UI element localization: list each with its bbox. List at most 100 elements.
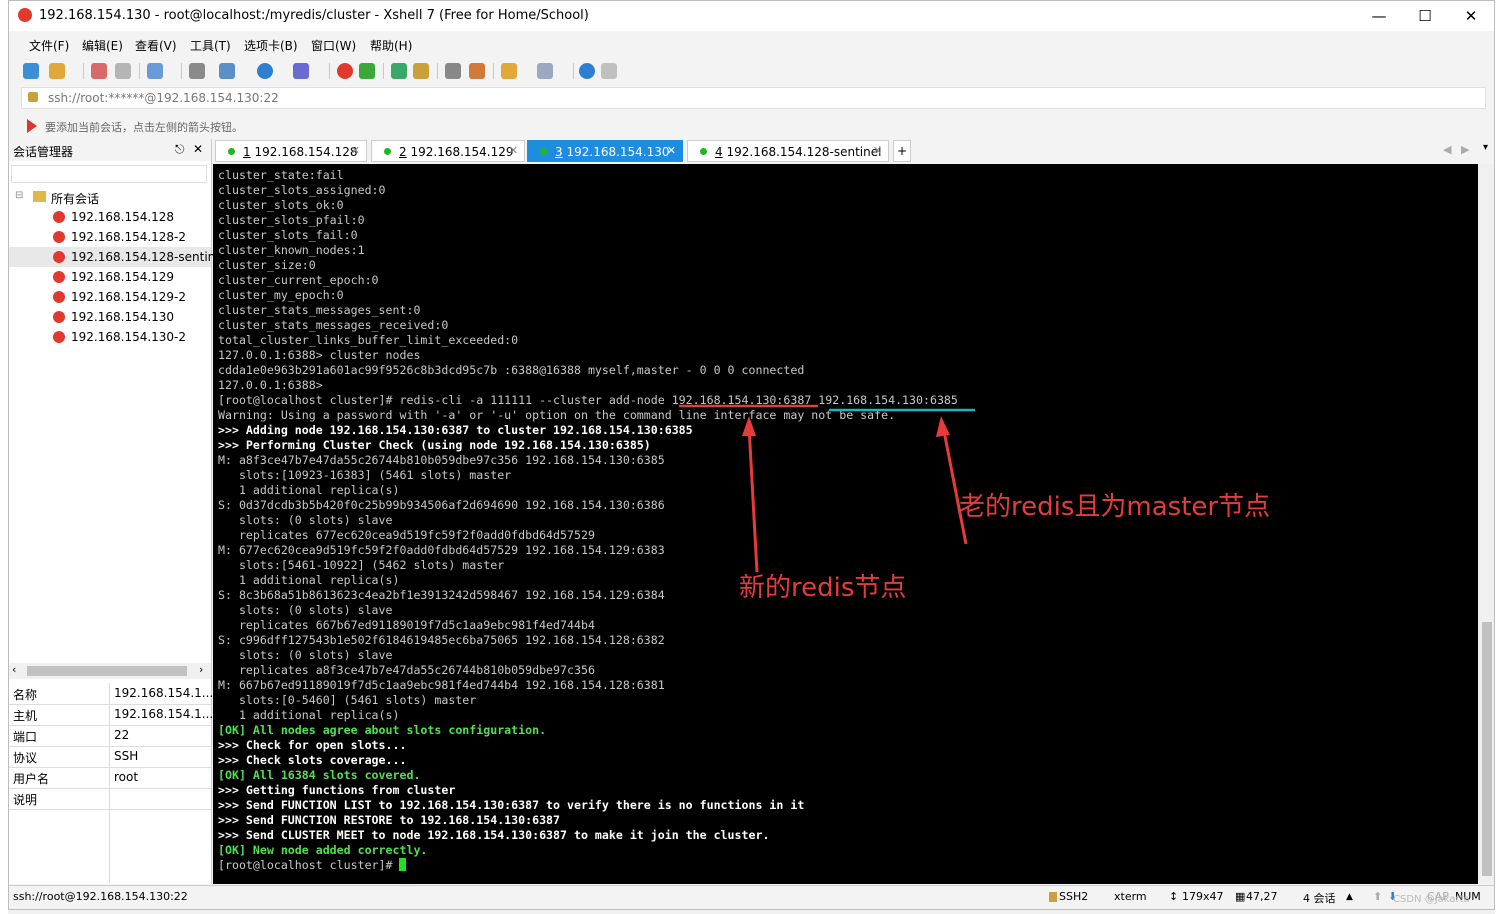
minimize-button[interactable]: — [1356, 1, 1402, 31]
pin-icon[interactable]: ⎋ [175, 142, 185, 157]
terminal-line: >>> Performing Cluster Check (using node… [218, 438, 651, 452]
tree-root[interactable]: ⊟ 所有会话 [9, 187, 211, 207]
menu-edit[interactable]: 编辑(E) [82, 37, 123, 54]
toolbar-separator [383, 63, 384, 79]
scroll-thumb[interactable] [27, 666, 187, 676]
menu-tabs[interactable]: 选项卡(B) [244, 37, 298, 54]
tab-label: 3 192.168.154.130 [555, 145, 670, 159]
menu-help[interactable]: 帮助(H) [370, 37, 412, 54]
terminal-line: replicates 677ec620cea9d519fc59f2f0add0f… [218, 528, 595, 542]
toolbar-separator [83, 63, 84, 79]
background-left [0, 0, 8, 914]
prop-row: 用户名 root [9, 767, 211, 789]
maximize-button[interactable]: ☐ [1402, 1, 1448, 31]
terminal-line: cluster_size:0 [218, 258, 316, 272]
xshell-logo-icon [18, 8, 32, 22]
tab-title: 192.168.154.129 [410, 145, 514, 159]
terminal-line: Warning: Using a password with '-a' or '… [218, 408, 896, 422]
scroll-right-icon[interactable]: › [199, 663, 203, 676]
xftp-icon[interactable] [359, 63, 375, 79]
transfer-icon[interactable] [147, 63, 163, 79]
address-bar[interactable]: ssh://root:******@192.168.154.130:22 [21, 87, 1486, 109]
menu-window[interactable]: 窗口(W) [311, 37, 356, 54]
address-text: ssh://root:******@192.168.154.130:22 [48, 91, 279, 105]
fullscreen-icon[interactable] [391, 63, 407, 79]
tab-close-icon[interactable]: ✕ [667, 144, 676, 157]
keyboard-icon[interactable] [445, 63, 461, 79]
chat-icon[interactable] [601, 63, 617, 79]
menu-file[interactable]: 文件(F) [29, 37, 69, 54]
highlight-icon[interactable] [469, 63, 485, 79]
menu-view[interactable]: 查看(V) [135, 37, 177, 54]
tab-close-icon[interactable]: ✕ [509, 144, 518, 157]
session-manager: 会话管理器 ⎋ ✕ ⊟ 所有会话 192.168.154.128 192.168… [9, 139, 226, 884]
lock-icon[interactable] [413, 63, 429, 79]
tab-session-4[interactable]: 4 192.168.154.128-sentinel ✕ [687, 140, 889, 162]
globe-icon[interactable] [257, 63, 273, 79]
terminal-line: cluster_slots_ok:0 [218, 198, 344, 212]
tab-close-icon[interactable]: ✕ [873, 144, 882, 157]
scroll-thumb[interactable] [1482, 622, 1492, 876]
status-sessions[interactable]: 4 会话 [1303, 890, 1336, 906]
menu-tools[interactable]: 工具(T) [190, 37, 231, 54]
terminal-line: cluster_slots_fail:0 [218, 228, 358, 242]
session-item[interactable]: 192.168.154.128-sentinel [9, 247, 226, 267]
close-icon[interactable]: ✕ [193, 142, 203, 156]
size-icon: ↕ [1169, 890, 1179, 903]
session-label: 192.168.154.130-2 [71, 330, 187, 344]
collapse-icon[interactable]: ⊟ [15, 190, 23, 201]
tab-menu-icon[interactable]: ▾ [1483, 142, 1488, 153]
disconnect-icon[interactable] [91, 63, 107, 79]
script-icon[interactable] [501, 63, 517, 79]
tab-scroll-right-icon[interactable]: ▶ [1461, 143, 1469, 156]
new-session-icon[interactable] [23, 63, 39, 79]
sessions-up-icon[interactable]: ▲ [1346, 892, 1353, 902]
session-item[interactable]: 192.168.154.130 [9, 307, 211, 327]
open-folder-icon[interactable] [49, 63, 65, 79]
prop-key: 用户名 [13, 772, 50, 786]
terminal-line: [root@localhost cluster]# [218, 858, 407, 873]
terminal-line: replicates a8f3ce47b7e47da55c26744b810b0… [218, 663, 595, 677]
scroll-left-icon[interactable]: ‹ [12, 663, 16, 676]
toolbar [9, 58, 1494, 84]
terminal-line: slots:[0-5460] (5461 slots) master [218, 693, 477, 707]
tab-session-1[interactable]: 1 192.168.154.128 ✕ [215, 140, 367, 162]
tile-icon[interactable] [537, 63, 553, 79]
xshell-icon[interactable] [337, 63, 353, 79]
session-item[interactable]: 192.168.154.128-2 [9, 227, 211, 247]
session-item[interactable]: 192.168.154.129-2 [9, 287, 211, 307]
session-manager-header: 会话管理器 ⎋ ✕ [9, 139, 211, 161]
search-icon[interactable] [189, 63, 205, 79]
horizontal-scrollbar[interactable]: ‹ › [9, 663, 211, 679]
tab-title: 192.168.154.130 [566, 145, 670, 159]
reconnect-icon[interactable] [115, 63, 131, 79]
terminal-line: cluster_stats_messages_received:0 [218, 318, 449, 332]
session-item[interactable]: 192.168.154.129 [9, 267, 211, 287]
session-item[interactable]: 192.168.154.128 [9, 207, 211, 227]
terminal-line: >>> Send CLUSTER MEET to node 192.168.15… [218, 828, 770, 842]
help-icon[interactable] [579, 63, 595, 79]
terminal-scrollbar[interactable] [1478, 164, 1494, 884]
title-bar: 192.168.154.130 - root@localhost:/myredi… [9, 1, 1494, 31]
terminal[interactable]: cluster_state:fail cluster_slots_assigned… [213, 164, 1478, 884]
new-node-annotation: 新的redis节点 [739, 573, 907, 603]
tab-session-2[interactable]: 2 192.168.154.129 ✕ [371, 140, 525, 162]
close-button[interactable]: ✕ [1448, 1, 1494, 31]
bookmark-arrow-icon[interactable] [27, 119, 37, 133]
terminal-line: cluster_my_epoch:0 [218, 288, 344, 302]
terminal-line: >>> Check slots coverage... [218, 753, 407, 767]
terminal-line: cluster_stats_messages_sent:0 [218, 303, 421, 317]
font-icon[interactable] [293, 63, 309, 79]
hint-bar: 要添加当前会话，点击左侧的箭头按钮。 [21, 115, 1486, 137]
tab-close-icon[interactable]: ✕ [351, 144, 360, 157]
tab-scroll-left-icon[interactable]: ◀ [1443, 143, 1451, 156]
terminal-line: 127.0.0.1:6388> cluster nodes [218, 348, 421, 362]
session-search-input[interactable] [11, 165, 207, 183]
layout-icon[interactable] [219, 63, 235, 79]
terminal-line: M: 667b67ed91189019f7d5c1aa9ebc981f4ed74… [218, 678, 665, 692]
add-tab-button[interactable]: + [893, 140, 911, 162]
terminal-line: [OK] All 16384 slots covered. [218, 768, 421, 782]
tab-session-3[interactable]: 3 192.168.154.130 ✕ [527, 140, 683, 162]
session-label: 192.168.154.129 [71, 270, 175, 284]
session-item[interactable]: 192.168.154.130-2 [9, 327, 211, 347]
